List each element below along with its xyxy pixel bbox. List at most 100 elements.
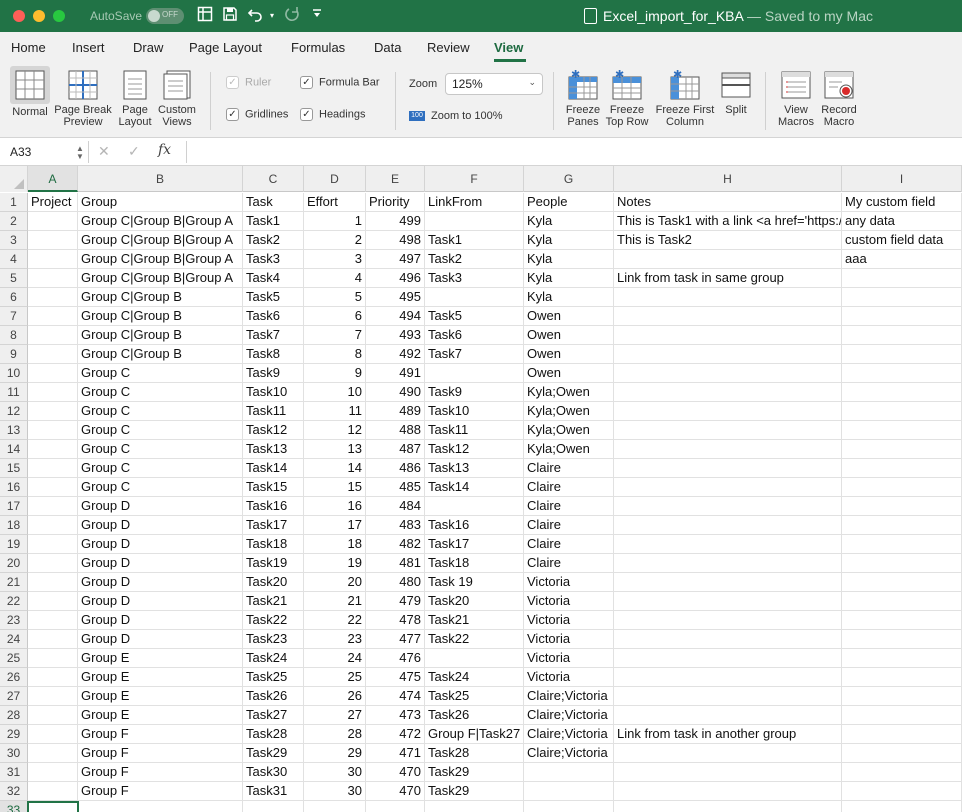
cell-c22[interactable]: Task21 [243, 592, 304, 611]
cell-g22[interactable]: Victoria [524, 592, 614, 611]
cell-g9[interactable]: Owen [524, 345, 614, 364]
cell-a8[interactable] [28, 326, 78, 345]
cell-h21[interactable] [614, 573, 842, 592]
cell-i1[interactable]: My custom field [842, 193, 962, 212]
cell-g20[interactable]: Claire [524, 554, 614, 573]
row-header[interactable]: 29 [0, 725, 28, 744]
cell-a17[interactable] [28, 497, 78, 516]
cell-f2[interactable] [425, 212, 524, 231]
row-header[interactable]: 26 [0, 668, 28, 687]
column-header-d[interactable]: D [304, 166, 366, 192]
cell-c19[interactable]: Task18 [243, 535, 304, 554]
cell-a2[interactable] [28, 212, 78, 231]
cell-a13[interactable] [28, 421, 78, 440]
cell-i5[interactable] [842, 269, 962, 288]
cell-e28[interactable]: 473 [366, 706, 425, 725]
cell-c23[interactable]: Task22 [243, 611, 304, 630]
cell-f16[interactable]: Task14 [425, 478, 524, 497]
cell-h13[interactable] [614, 421, 842, 440]
cell-b16[interactable]: Group C [78, 478, 243, 497]
cell-c10[interactable]: Task9 [243, 364, 304, 383]
cell-g24[interactable]: Victoria [524, 630, 614, 649]
cell-i7[interactable] [842, 307, 962, 326]
cell-a24[interactable] [28, 630, 78, 649]
cell-f8[interactable]: Task6 [425, 326, 524, 345]
cell-e11[interactable]: 490 [366, 383, 425, 402]
cell-f26[interactable]: Task24 [425, 668, 524, 687]
cell-h16[interactable] [614, 478, 842, 497]
row-header[interactable]: 25 [0, 649, 28, 668]
row-header[interactable]: 31 [0, 763, 28, 782]
cell-c17[interactable]: Task16 [243, 497, 304, 516]
cell-c4[interactable]: Task3 [243, 250, 304, 269]
cell-i12[interactable] [842, 402, 962, 421]
cell-e7[interactable]: 494 [366, 307, 425, 326]
cell-c29[interactable]: Task28 [243, 725, 304, 744]
cell-f3[interactable]: Task1 [425, 231, 524, 250]
cell-d16[interactable]: 15 [304, 478, 366, 497]
cell-g27[interactable]: Claire;Victoria [524, 687, 614, 706]
cell-a10[interactable] [28, 364, 78, 383]
cell-a14[interactable] [28, 440, 78, 459]
cell-c26[interactable]: Task25 [243, 668, 304, 687]
cell-b12[interactable]: Group C [78, 402, 243, 421]
cell-f9[interactable]: Task7 [425, 345, 524, 364]
cell-g11[interactable]: Kyla;Owen [524, 383, 614, 402]
cell-i16[interactable] [842, 478, 962, 497]
cell-i2[interactable]: any data [842, 212, 962, 231]
cell-d24[interactable]: 23 [304, 630, 366, 649]
row-header[interactable]: 19 [0, 535, 28, 554]
cell-i8[interactable] [842, 326, 962, 345]
minimize-window-button[interactable] [33, 10, 45, 22]
sheet-view-icon[interactable] [197, 6, 213, 26]
cell-b27[interactable]: Group E [78, 687, 243, 706]
cell-f13[interactable]: Task11 [425, 421, 524, 440]
cell-b31[interactable]: Group F [78, 763, 243, 782]
cell-i3[interactable]: custom field data [842, 231, 962, 250]
cell-a31[interactable] [28, 763, 78, 782]
cell-d21[interactable]: 20 [304, 573, 366, 592]
cell-i28[interactable] [842, 706, 962, 725]
cell-g10[interactable]: Owen [524, 364, 614, 383]
cell-c20[interactable]: Task19 [243, 554, 304, 573]
cell-h26[interactable] [614, 668, 842, 687]
cell-h20[interactable] [614, 554, 842, 573]
cell-h31[interactable] [614, 763, 842, 782]
cell-h25[interactable] [614, 649, 842, 668]
cell-a18[interactable] [28, 516, 78, 535]
tab-data[interactable]: Data [374, 40, 401, 55]
row-header[interactable]: 22 [0, 592, 28, 611]
cell-a4[interactable] [28, 250, 78, 269]
cell-e16[interactable]: 485 [366, 478, 425, 497]
column-header-a[interactable]: A [28, 166, 78, 192]
cell-a26[interactable] [28, 668, 78, 687]
cancel-icon[interactable]: ✕ [98, 143, 110, 160]
cell-c3[interactable]: Task2 [243, 231, 304, 250]
cell-h32[interactable] [614, 782, 842, 801]
cell-i6[interactable] [842, 288, 962, 307]
cell-a28[interactable] [28, 706, 78, 725]
row-header[interactable]: 3 [0, 231, 28, 250]
cell-d31[interactable]: 30 [304, 763, 366, 782]
cell-c24[interactable]: Task23 [243, 630, 304, 649]
cell-b17[interactable]: Group D [78, 497, 243, 516]
cell-i10[interactable] [842, 364, 962, 383]
cell-a15[interactable] [28, 459, 78, 478]
cell-f31[interactable]: Task29 [425, 763, 524, 782]
cell-c5[interactable]: Task4 [243, 269, 304, 288]
cell-a9[interactable] [28, 345, 78, 364]
cell-b18[interactable]: Group D [78, 516, 243, 535]
cell-e5[interactable]: 496 [366, 269, 425, 288]
cell-e12[interactable]: 489 [366, 402, 425, 421]
cell-d30[interactable]: 29 [304, 744, 366, 763]
cell-i9[interactable] [842, 345, 962, 364]
column-header-e[interactable]: E [366, 166, 425, 192]
cell-b19[interactable]: Group D [78, 535, 243, 554]
cell-h28[interactable] [614, 706, 842, 725]
cell-e19[interactable]: 482 [366, 535, 425, 554]
cell-b25[interactable]: Group E [78, 649, 243, 668]
cell-i24[interactable] [842, 630, 962, 649]
cell-b2[interactable]: Group C|Group B|Group A [78, 212, 243, 231]
zoom-select[interactable]: 125% ⌄ [445, 73, 543, 95]
cell-g4[interactable]: Kyla [524, 250, 614, 269]
